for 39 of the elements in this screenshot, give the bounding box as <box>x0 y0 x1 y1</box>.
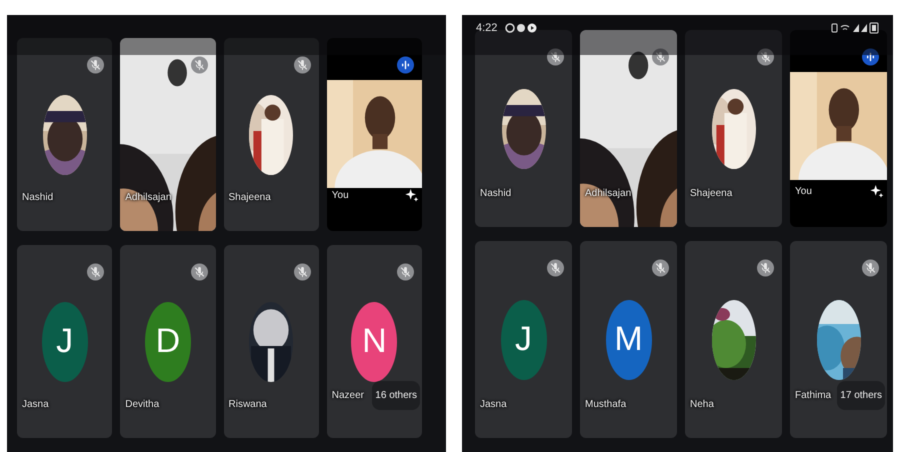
participant-tile[interactable]: You <box>326 38 422 231</box>
participant-tile[interactable]: You <box>790 30 887 227</box>
others-count[interactable]: 17 others <box>837 381 885 410</box>
participant-tile[interactable]: J Jasna <box>17 245 112 438</box>
participant-tile[interactable]: Nashid <box>475 30 572 227</box>
participant-name: You <box>332 190 349 200</box>
participant-name: Devitha <box>125 399 160 410</box>
participant-tile[interactable]: Neha <box>685 241 782 438</box>
avatar-initial: D <box>144 302 191 382</box>
avatar-initial: J <box>500 300 546 380</box>
participant-tile[interactable]: M Musthafa <box>580 241 677 438</box>
participant-name: You <box>795 186 812 196</box>
participant-name: Jasna <box>480 399 507 410</box>
participant-name: Shajeena <box>228 192 271 203</box>
participant-name: Shajeena <box>690 188 732 199</box>
system-status-icons <box>831 22 879 34</box>
participant-tile[interactable]: N Nazeer 16 others <box>326 245 422 438</box>
participant-tile[interactable]: Fathima 17 others <box>790 241 887 438</box>
participant-tile[interactable]: Riswana <box>224 245 319 438</box>
participant-name: Musthafa <box>585 399 626 410</box>
avatar-initial: J <box>42 302 88 382</box>
participant-tile[interactable]: Shajeena <box>685 30 782 227</box>
participant-tile[interactable]: J Jasna <box>475 241 572 438</box>
participant-name: Nazeer <box>332 390 364 401</box>
others-count[interactable]: 16 others <box>372 381 420 410</box>
avatar-initial: M <box>606 300 652 380</box>
participant-name: Nashid <box>22 192 54 203</box>
sparkle-icon <box>404 187 420 203</box>
sparkle-icon <box>869 183 885 199</box>
participant-tile[interactable]: Shajeena <box>224 38 319 231</box>
participant-name: Nashid <box>480 188 512 199</box>
participant-name: Neha <box>690 399 714 410</box>
participant-name: Jasna <box>22 399 49 410</box>
participant-tile[interactable]: D Devitha <box>120 245 216 438</box>
participant-tile[interactable]: Nashid <box>17 38 112 231</box>
participant-name: Fathima <box>795 390 832 401</box>
participant-name: Riswana <box>228 399 267 410</box>
avatar-initial: N <box>351 302 398 382</box>
notification-icons <box>505 22 538 34</box>
